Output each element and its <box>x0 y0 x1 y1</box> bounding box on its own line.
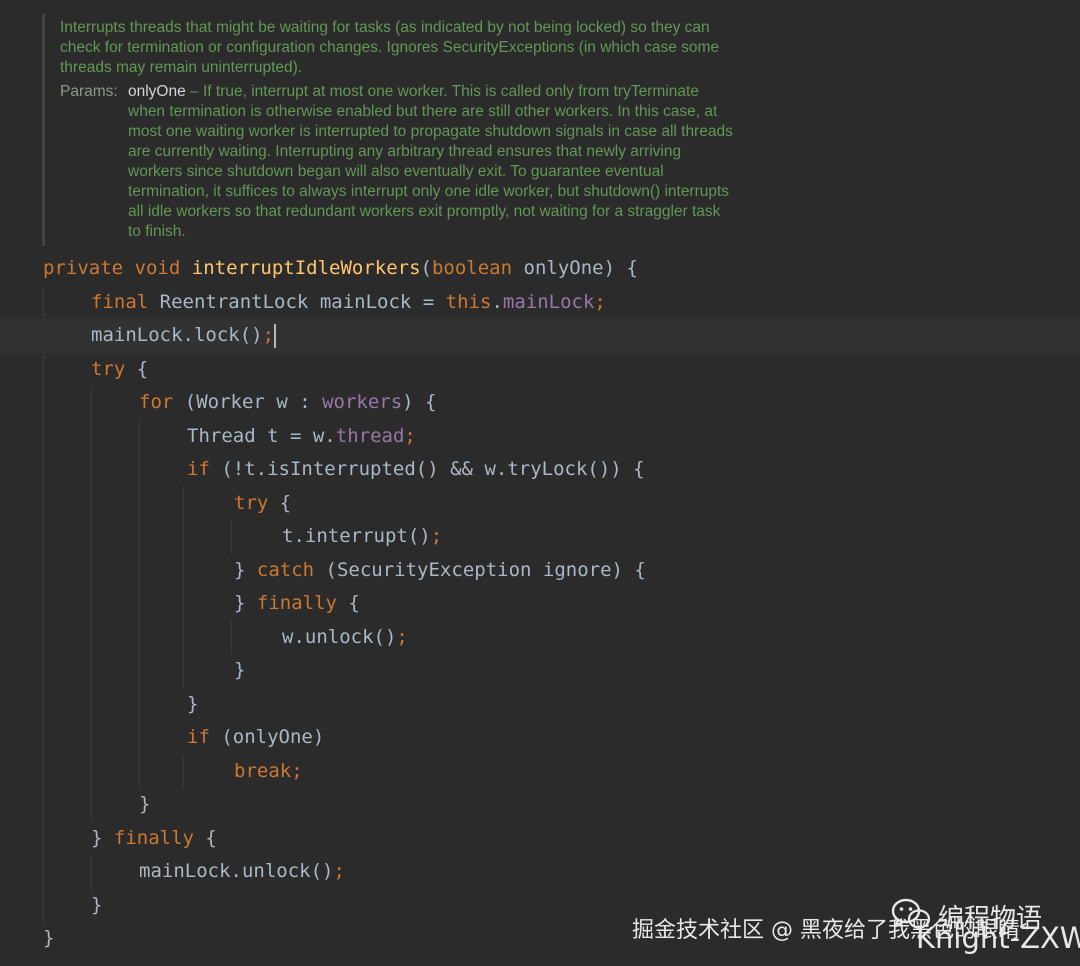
condition: (!t.isInterrupted() && w.tryLock()) <box>221 458 622 480</box>
field-name: mainLock <box>502 290 595 313</box>
keyword: finally <box>113 826 194 849</box>
keyword: try <box>234 491 269 514</box>
code-line-current[interactable]: mainLock.lock(); <box>0 319 1080 353</box>
keyword: private <box>43 257 124 279</box>
param-description: – If true, interrupt at most one worker.… <box>128 83 733 240</box>
code-line[interactable]: try { <box>0 353 1080 387</box>
javadoc-panel: Interrupts threads that might be waiting… <box>42 14 842 246</box>
javadoc-summary: Interrupts threads that might be waiting… <box>60 19 720 76</box>
code-line[interactable]: } <box>0 688 1080 722</box>
code-line[interactable]: } <box>0 654 1080 688</box>
method-call: w.unlock() <box>282 625 397 648</box>
identifier: ignore <box>542 558 612 581</box>
field-name: workers <box>322 391 403 413</box>
javadoc-params: Params: onlyOne – If true, interrupt at … <box>60 82 842 242</box>
keyword: boolean <box>431 257 513 279</box>
code-line[interactable]: for (Worker w : workers) { <box>0 386 1080 420</box>
keyword: break <box>234 759 292 782</box>
method-name: interruptIdleWorkers <box>191 257 421 279</box>
code-editor[interactable]: private void interruptIdleWorkers(boolea… <box>0 252 1080 956</box>
keyword: if <box>187 458 210 480</box>
keyword: finally <box>256 592 337 614</box>
keyword: try <box>91 357 126 380</box>
keyword: catch <box>256 558 315 581</box>
identifier: mainLock <box>319 290 412 313</box>
keyword: for <box>139 391 174 413</box>
code-line[interactable]: } <box>0 788 1080 822</box>
keyword: final <box>91 290 149 313</box>
code-line[interactable]: w.unlock(); <box>0 621 1080 655</box>
type-name: ReentrantLock <box>159 290 309 313</box>
watermark-author: Knight-ZXW <box>916 921 1080 955</box>
text-caret <box>274 323 277 348</box>
identifier: onlyOne <box>232 726 313 748</box>
type-name: SecurityException <box>336 558 532 581</box>
code-line[interactable]: try { <box>0 487 1080 521</box>
type-name: Worker <box>196 391 265 413</box>
code-line[interactable]: } finally { <box>0 587 1080 621</box>
identifier: onlyOne <box>523 257 604 279</box>
param-name: onlyOne <box>128 83 186 100</box>
params-body: onlyOne – If true, interrupt at most one… <box>128 82 842 242</box>
method-call: t.interrupt() <box>282 525 431 547</box>
keyword: this <box>445 290 492 313</box>
code-line[interactable]: mainLock.unlock(); <box>0 855 1080 889</box>
field-name: thread <box>335 424 405 447</box>
keyword: void <box>134 257 181 279</box>
type-name: Thread <box>187 424 256 447</box>
code-line[interactable]: t.interrupt(); <box>0 520 1080 554</box>
code-line[interactable]: if (!t.isInterrupted() && w.tryLock()) { <box>0 453 1080 487</box>
code-line[interactable]: break; <box>0 755 1080 789</box>
code-line[interactable]: Thread t = w.thread; <box>0 420 1080 454</box>
method-call: mainLock.unlock() <box>139 860 334 882</box>
code-line[interactable]: final ReentrantLock mainLock = this.main… <box>0 286 1080 320</box>
code-line[interactable]: if (onlyOne) <box>0 721 1080 755</box>
code-line[interactable]: private void interruptIdleWorkers(boolea… <box>0 252 1080 286</box>
code-line[interactable]: } finally { <box>0 822 1080 856</box>
keyword: if <box>187 726 210 748</box>
identifier: w <box>276 391 288 413</box>
code-line[interactable]: } catch (SecurityException ignore) { <box>0 554 1080 588</box>
params-label: Params: <box>60 83 118 100</box>
method-call: mainLock.lock() <box>91 324 263 346</box>
identifier: t <box>267 424 279 447</box>
